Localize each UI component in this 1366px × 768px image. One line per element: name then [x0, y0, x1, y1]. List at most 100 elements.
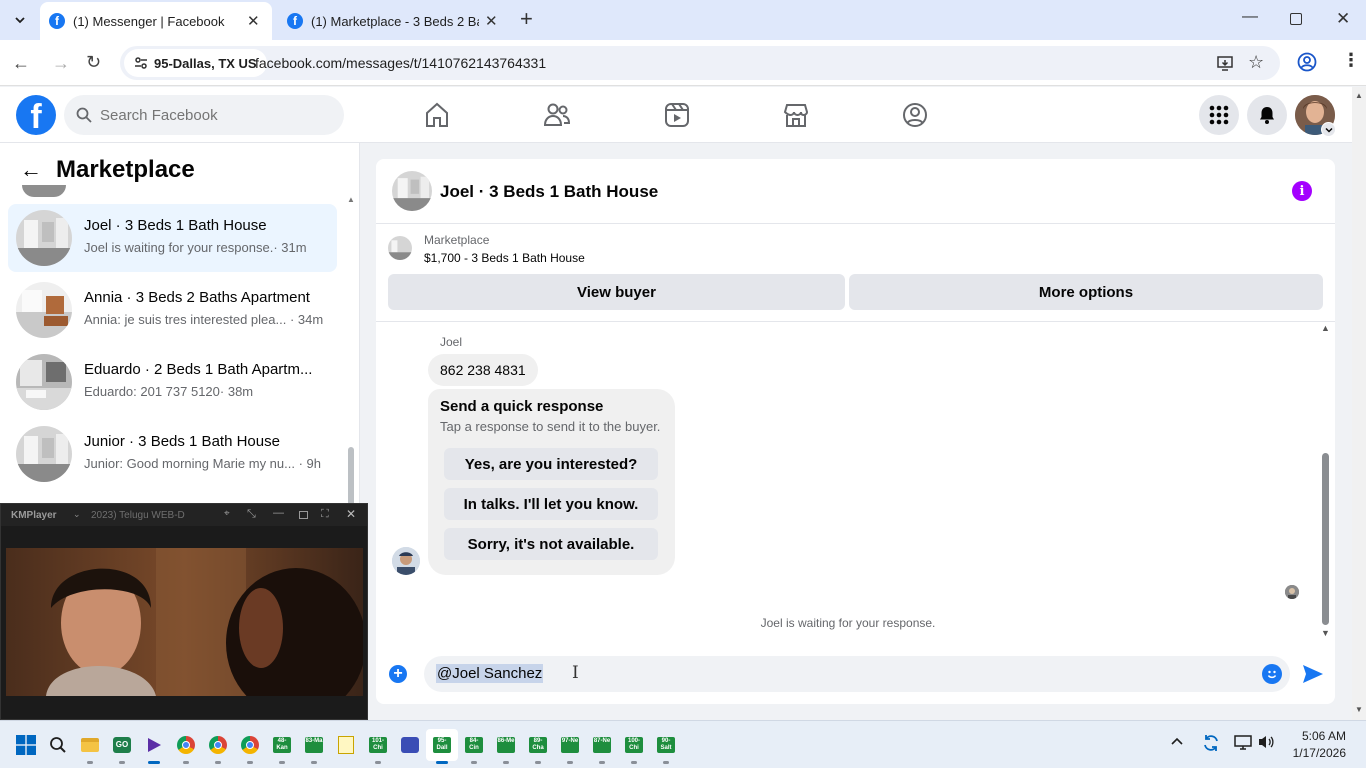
new-tab-button[interactable]: + — [520, 8, 533, 30]
bookmark-star-icon[interactable]: ☆ — [1248, 52, 1264, 73]
sheet-button-83[interactable]: 83-Ma — [298, 729, 330, 761]
reload-button[interactable]: ↻ — [86, 52, 101, 73]
menu-grid-button[interactable] — [1199, 95, 1239, 135]
notes-button[interactable] — [330, 729, 362, 761]
chrome-button-2[interactable] — [202, 729, 234, 761]
list-scrollbar[interactable]: ▲ — [346, 195, 356, 507]
more-options-button[interactable]: More options — [849, 274, 1323, 310]
kmplayer-titlebar[interactable]: KMPlayer ⌄ 2023) Telugu WEB-D ⌖ ⤡ — ⛶ ✕ — [1, 504, 367, 526]
message-bubble[interactable]: 862 238 4831 — [428, 354, 538, 386]
chat-title[interactable]: Joel · 3 Beds 1 Bath House — [440, 182, 658, 202]
running-indicator — [535, 761, 541, 764]
kmplayer-window[interactable]: KMPlayer ⌄ 2023) Telugu WEB-D ⌖ ⤡ — ⛶ ✕ — [0, 503, 368, 720]
info-icon[interactable]: i — [1292, 181, 1312, 201]
volume-icon[interactable] — [1257, 734, 1275, 755]
message-scrollbar[interactable]: ▲ ▼ — [1320, 323, 1332, 641]
network-icon[interactable] — [1234, 734, 1252, 755]
sheet-button-48[interactable]: 48-Kan — [266, 729, 298, 761]
start-button[interactable] — [10, 729, 42, 761]
sheet-button-86[interactable]: 86-Me — [490, 729, 522, 761]
video-icon[interactable] — [662, 100, 692, 130]
send-icon[interactable] — [1302, 664, 1324, 684]
close-window-button[interactable]: ✕ — [1336, 9, 1350, 29]
text-cursor-icon: I — [572, 663, 579, 683]
add-attachment-button[interactable]: + — [389, 665, 407, 683]
running-indicator — [436, 761, 448, 764]
chat-header-thumbnail[interactable] — [392, 171, 432, 211]
browser-tab-marketplace[interactable]: f (1) Marketplace - 3 Beds 2 Bath ✕ — [278, 2, 510, 40]
chrome-icon — [241, 736, 259, 754]
quick-response-yes[interactable]: Yes, are you interested? — [444, 448, 658, 480]
clock-time[interactable]: 5:06 AM — [1290, 729, 1346, 743]
facebook-logo-icon[interactable]: f — [16, 95, 56, 135]
close-icon[interactable]: ✕ — [346, 507, 356, 521]
maximize-icon[interactable] — [299, 511, 308, 519]
conversation-item-eduardo[interactable]: Eduardo · 2 Beds 1 Bath Apartm... Eduard… — [8, 348, 337, 416]
minimize-icon[interactable]: — — [273, 507, 284, 519]
sender-avatar[interactable] — [392, 547, 420, 575]
sync-icon[interactable] — [1201, 733, 1221, 758]
sheet-button-90[interactable]: 90-Salt — [650, 729, 682, 761]
browser-menu-icon[interactable]: ⋮ — [1342, 50, 1360, 71]
chrome-button-1[interactable] — [170, 729, 202, 761]
emoji-icon[interactable] — [1262, 664, 1282, 684]
restore-window-button[interactable] — [1290, 13, 1302, 25]
back-arrow-icon[interactable]: ← — [20, 157, 42, 183]
composer-mention-text[interactable]: @Joel Sanchez — [436, 664, 544, 683]
message-composer[interactable]: @Joel Sanchez I — [424, 656, 1290, 692]
pin-icon[interactable]: ⌖ — [224, 508, 230, 519]
search-icon — [76, 107, 92, 123]
tab-search-button[interactable] — [8, 9, 32, 31]
close-tab-icon[interactable]: ✕ — [247, 12, 260, 30]
quick-response-in-talks[interactable]: In talks. I'll let you know. — [444, 488, 658, 520]
account-chevron-icon[interactable] — [1321, 122, 1336, 137]
media-app-button[interactable] — [138, 729, 170, 761]
url-text[interactable]: facebook.com/messages/t/1410762143764331 — [255, 55, 546, 71]
notifications-button[interactable] — [1247, 95, 1287, 135]
file-explorer-button[interactable] — [74, 729, 106, 761]
sheet-button-100[interactable]: 100-Chi — [618, 729, 650, 761]
forward-button[interactable]: → — [52, 53, 70, 74]
app-button[interactable]: GO — [106, 729, 138, 761]
sheet-button-89[interactable]: 89-Cha — [522, 729, 554, 761]
taskbar-search-button[interactable] — [42, 729, 74, 761]
clock-date[interactable]: 1/17/2026 — [1282, 746, 1346, 760]
app-icon: GO — [113, 737, 131, 753]
fullscreen-icon[interactable]: ⛶ — [321, 508, 329, 521]
mini-mode-icon[interactable]: ⤡ — [247, 508, 256, 521]
home-icon[interactable] — [422, 100, 452, 130]
app-button-blue[interactable] — [394, 729, 426, 761]
page-scrollbar[interactable]: ▲ ▼ — [1352, 87, 1366, 720]
conversation-item-junior[interactable]: Junior · 3 Beds 1 Bath House Junior: Goo… — [8, 420, 337, 488]
conversation-item-joel[interactable]: Joel · 3 Beds 1 Bath House Joel is waiti… — [8, 204, 337, 272]
conversation-item-annia[interactable]: Annia · 3 Beds 2 Baths Apartment Annia: … — [8, 276, 337, 344]
quick-response-sorry[interactable]: Sorry, it's not available. — [444, 528, 658, 560]
view-buyer-button[interactable]: View buyer — [388, 274, 845, 310]
sheet-button-101[interactable]: 101-Chi — [362, 729, 394, 761]
profile-icon[interactable] — [1297, 52, 1317, 72]
gaming-icon[interactable] — [900, 100, 930, 130]
address-bar[interactable]: 95-Dallas, TX US facebook.com/messages/t… — [120, 46, 1280, 80]
listing-title[interactable]: $1,700 - 3 Beds 1 Bath House — [424, 251, 585, 265]
minimize-window-button[interactable]: — — [1242, 8, 1258, 26]
friends-icon[interactable] — [542, 100, 572, 130]
chat-panel: Joel · 3 Beds 1 Bath House i Marketplace… — [376, 159, 1335, 704]
spreadsheet-icon: 90-Salt — [657, 737, 675, 753]
kmplayer-menu-chevron-icon[interactable]: ⌄ — [73, 509, 81, 520]
install-app-icon[interactable] — [1216, 54, 1234, 72]
chrome-button-3[interactable] — [234, 729, 266, 761]
back-button[interactable]: ← — [12, 53, 30, 74]
sheet-button-87[interactable]: 87-Ne — [586, 729, 618, 761]
sheet-button-97[interactable]: 97-Ne — [554, 729, 586, 761]
sheet-button-95[interactable]: 95-Dall — [426, 729, 458, 761]
sheet-button-84[interactable]: 84-Cin — [458, 729, 490, 761]
search-input[interactable] — [100, 106, 320, 124]
marketplace-icon[interactable] — [781, 100, 811, 130]
browser-tab-messenger[interactable]: f (1) Messenger | Facebook ✕ — [40, 2, 272, 40]
listing-thumbnail — [16, 210, 72, 266]
video-frame[interactable] — [6, 548, 363, 696]
site-info-chip[interactable]: 95-Dallas, TX US — [124, 49, 267, 77]
search-box[interactable] — [64, 95, 344, 135]
tray-overflow-icon[interactable] — [1170, 735, 1184, 754]
close-tab-icon[interactable]: ✕ — [485, 12, 498, 30]
